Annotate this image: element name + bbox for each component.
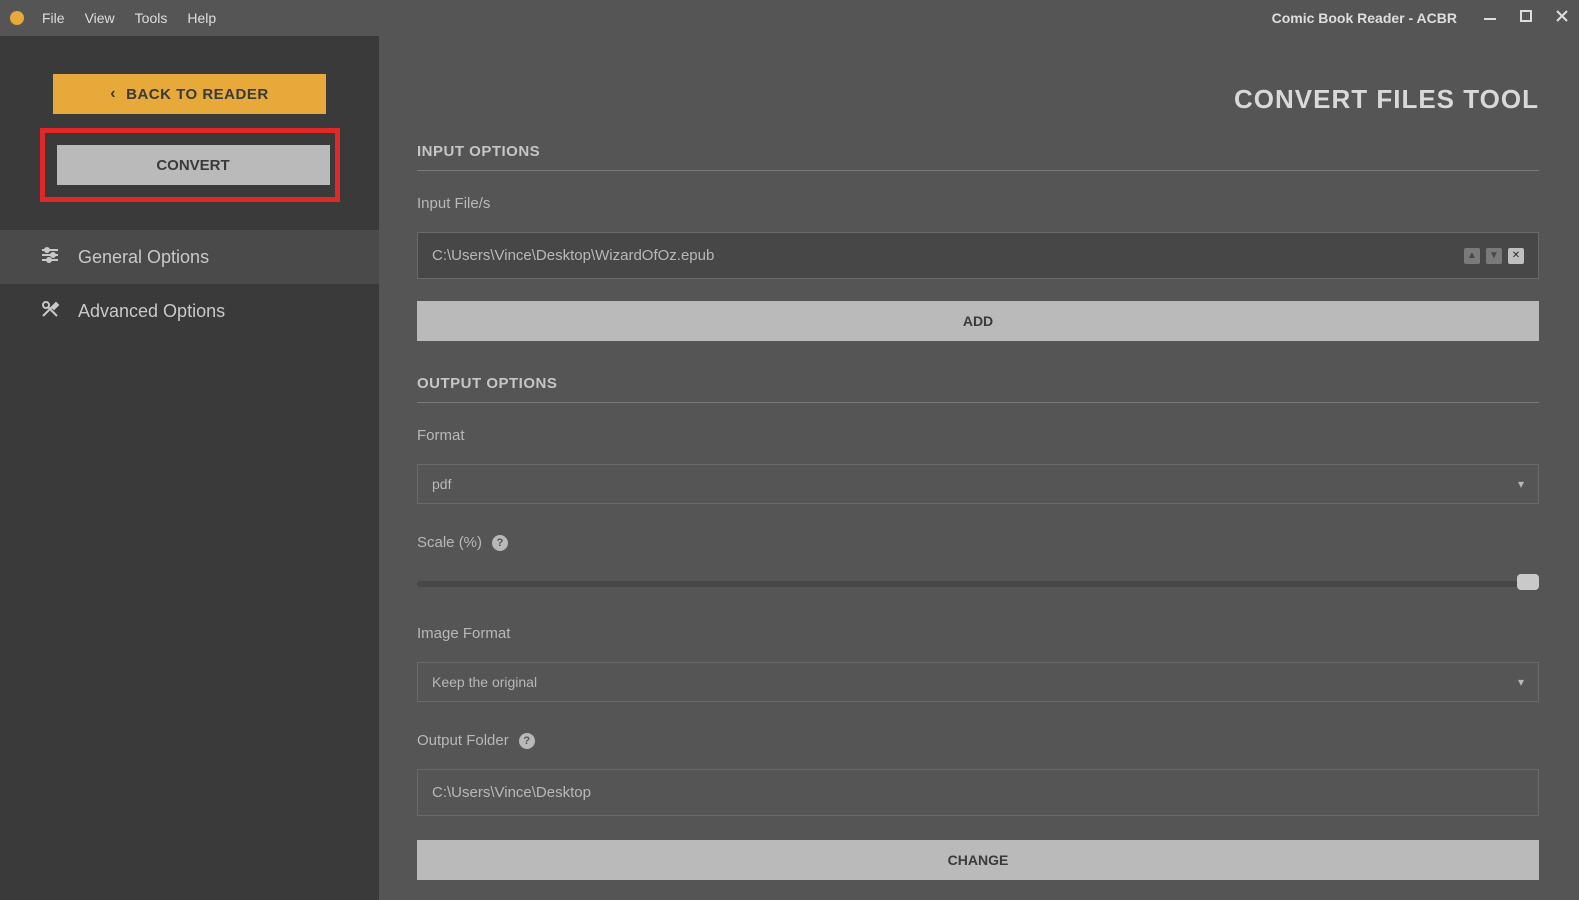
menu-help[interactable]: Help [187, 10, 216, 26]
sidebar-item-label: Advanced Options [78, 301, 225, 322]
output-folder-label: Output Folder ? [417, 732, 1539, 749]
chevron-down-icon: ▾ [1518, 675, 1524, 689]
window-controls [1483, 9, 1569, 28]
convert-button[interactable]: CONVERT [57, 145, 330, 185]
input-options-header: INPUT OPTIONS [417, 143, 1539, 171]
content-pane: CONVERT FILES TOOL INPUT OPTIONS Input F… [379, 36, 1579, 900]
minimize-icon[interactable] [1483, 9, 1497, 28]
scale-slider[interactable] [417, 571, 1539, 597]
output-folder-value: C:\Users\Vince\Desktop [432, 784, 591, 801]
menu-tools[interactable]: Tools [135, 10, 168, 26]
image-format-label: Image Format [417, 625, 1539, 642]
output-folder-label-text: Output Folder [417, 732, 509, 749]
sidebar-item-advanced-options[interactable]: Advanced Options [0, 284, 379, 338]
sliders-icon [40, 245, 60, 270]
sidebar-nav: General Options Advanced Options [33, 230, 346, 338]
sidebar-item-label: General Options [78, 247, 209, 268]
output-folder-box[interactable]: C:\Users\Vince\Desktop [417, 769, 1539, 816]
back-button-label: BACK TO READER [126, 86, 269, 103]
slider-track [417, 581, 1539, 587]
app-logo-icon [10, 11, 24, 25]
sidebar-item-general-options[interactable]: General Options [0, 230, 379, 284]
scale-label-text: Scale (%) [417, 534, 482, 551]
input-files-label: Input File/s [417, 195, 1539, 212]
tools-icon [40, 299, 60, 324]
image-format-value: Keep the original [432, 674, 537, 690]
menu-bar: File View Tools Help [42, 10, 216, 26]
highlight-annotation: CONVERT [40, 128, 340, 202]
scale-label: Scale (%) ? [417, 534, 1539, 551]
change-button[interactable]: CHANGE [417, 840, 1539, 880]
menu-file[interactable]: File [42, 10, 65, 26]
chevron-down-icon: ▾ [1518, 477, 1524, 491]
format-value: pdf [432, 476, 451, 492]
output-options-header: OUTPUT OPTIONS [417, 375, 1539, 403]
remove-file-icon[interactable]: ✕ [1508, 248, 1524, 264]
image-format-select[interactable]: Keep the original ▾ [417, 662, 1539, 702]
move-up-icon[interactable]: ▲ [1464, 248, 1480, 264]
input-file-actions: ▲ ▼ ✕ [1464, 248, 1524, 264]
help-icon[interactable]: ? [492, 535, 508, 551]
app-title: Comic Book Reader - ACBR [1272, 10, 1457, 26]
sidebar: ‹ BACK TO READER CONVERT General Options [0, 36, 379, 900]
titlebar: File View Tools Help Comic Book Reader -… [0, 0, 1579, 36]
add-button[interactable]: ADD [417, 301, 1539, 341]
input-file-path-text: C:\Users\Vince\Desktop\WizardOfOz.epub [432, 247, 714, 264]
format-label: Format [417, 427, 1539, 444]
maximize-icon[interactable] [1519, 9, 1533, 28]
slider-thumb[interactable] [1517, 574, 1539, 590]
close-icon[interactable] [1555, 9, 1569, 28]
page-title: CONVERT FILES TOOL [417, 84, 1539, 115]
chevron-left-icon: ‹ [110, 85, 116, 103]
format-select[interactable]: pdf ▾ [417, 464, 1539, 504]
input-file-path-box[interactable]: C:\Users\Vince\Desktop\WizardOfOz.epub ▲… [417, 232, 1539, 279]
move-down-icon[interactable]: ▼ [1486, 248, 1502, 264]
menu-view[interactable]: View [85, 10, 115, 26]
back-to-reader-button[interactable]: ‹ BACK TO READER [53, 74, 326, 114]
help-icon[interactable]: ? [519, 733, 535, 749]
